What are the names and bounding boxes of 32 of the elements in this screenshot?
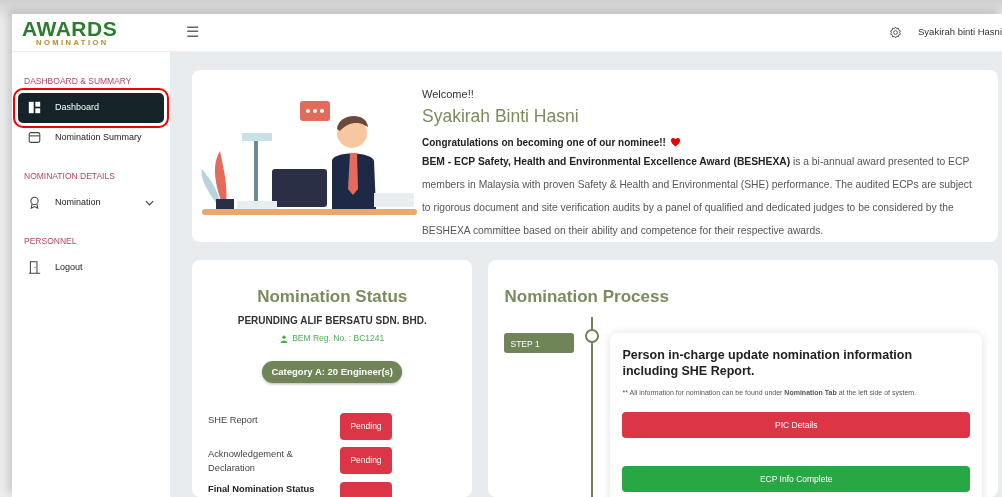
category-pill: Category A: 20 Engineer(s) (262, 361, 403, 384)
person-icon (280, 334, 289, 343)
menu-icon[interactable]: ☰ (186, 21, 199, 44)
company-name: PERUNDING ALIF BERSATU SDN. BHD. (237, 314, 427, 329)
door-icon (28, 260, 41, 274)
award-description: BEM - ECP Safety, Health and Environmental Excellence Award (BESHEXA) is a bi-annual award presented to ECP members in Malaysia with proven Safety & Health and Environmental (SHE) performance. The audited ECPs are subject to rigorous document and site verification audits by a panel of qualified and dedicated judges to be considered by the BESHEXA committee based on their ability and competence for their respective awards. (422, 154, 973, 238)
window-icon (28, 131, 41, 145)
status-label: SHE Report (208, 414, 259, 428)
step-label: STEP 1 (504, 333, 575, 354)
step-title: Person in-charge update nomination information including SHE Report. (622, 347, 914, 380)
sidebar-item[interactable]: Logout (18, 252, 164, 283)
status-button[interactable]: Pending (340, 413, 392, 440)
sidebar-item[interactable]: Nomination (18, 187, 164, 218)
welcome-greeting: Welcome!! (422, 87, 475, 102)
user-name[interactable]: Syakirah binti Hasni (918, 25, 1002, 40)
card-title: Nomination Process (504, 285, 670, 308)
status-button[interactable]: Pending (340, 447, 392, 474)
registration-number: BEM Reg. No. : BC1241 (292, 332, 385, 345)
dashboard-icon (28, 101, 41, 115)
status-label: Acknowledgement & Declaration (208, 448, 294, 475)
card-title: Nomination Status (257, 285, 408, 308)
medal-icon (28, 196, 41, 209)
nominee-name: Syakirah Binti Hasni (422, 104, 580, 128)
section-heading: DASHBOARD & SUMMARY (23, 75, 133, 88)
settings-icon[interactable] (889, 26, 903, 39)
congratulations-text: Congratulations on becoming one of our nominee!! (422, 135, 666, 150)
status-label: Final Nomination Status (208, 483, 316, 496)
heart-icon (669, 137, 681, 148)
step-button[interactable]: PIC Details (622, 412, 970, 439)
section-heading: NOMINATION DETAILS (23, 169, 116, 183)
section-heading: PERSONNEL (23, 234, 78, 248)
sidebar-item[interactable]: Nomination Summary (18, 122, 164, 153)
